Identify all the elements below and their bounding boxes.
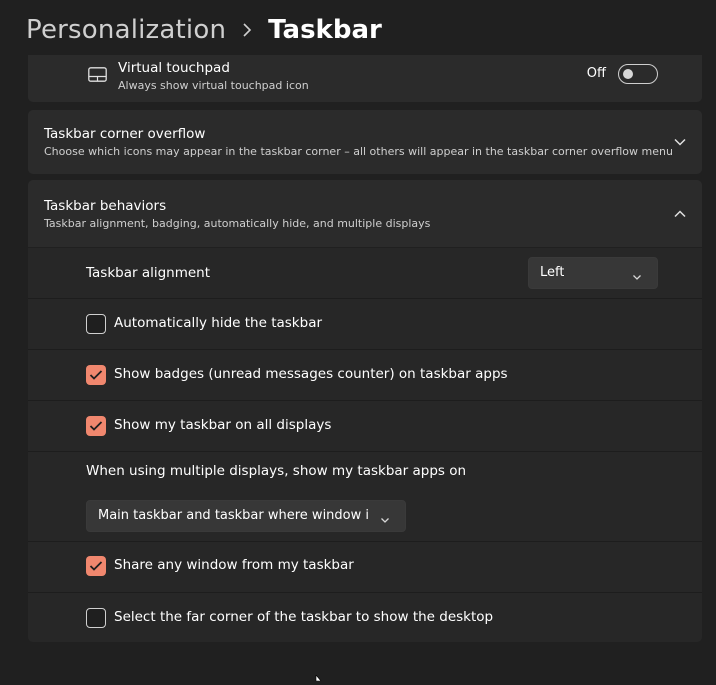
checkmark-icon	[89, 370, 103, 380]
breadcrumb-parent[interactable]: Personalization	[26, 15, 226, 45]
far-corner-label[interactable]: Select the far corner of the taskbar to …	[114, 609, 493, 625]
badges-checkbox[interactable]	[86, 365, 106, 385]
corner-overflow-subtitle: Choose which icons may appear in the tas…	[44, 145, 673, 158]
corner-overflow-title: Taskbar corner overflow	[44, 126, 206, 142]
share-window-label[interactable]: Share any window from my taskbar	[114, 557, 354, 573]
page-title: Taskbar	[268, 15, 382, 45]
taskbar-behaviors-subtitle: Taskbar alignment, badging, automaticall…	[44, 217, 431, 230]
toggle-knob	[623, 69, 633, 79]
badges-row: Show badges (unread messages counter) on…	[28, 350, 702, 401]
multi-display-label: When using multiple displays, show my ta…	[86, 463, 467, 479]
virtual-touchpad-subtitle: Always show virtual touchpad icon	[118, 79, 309, 92]
chevron-down-icon[interactable]	[672, 134, 688, 150]
virtual-touchpad-title: Virtual touchpad	[118, 60, 230, 76]
mouse-cursor-icon	[314, 666, 324, 682]
multi-display-value: Main taskbar and taskbar where window is…	[98, 508, 368, 523]
taskbar-behaviors-text: Taskbar behaviors Taskbar alignment, bad…	[44, 198, 430, 230]
share-window-checkbox[interactable]	[86, 556, 106, 576]
toggle-state-label: Off	[586, 66, 606, 81]
taskbar-alignment-row: Taskbar alignment Left	[28, 248, 702, 299]
corner-overflow-text: Taskbar corner overflow Choose which ico…	[44, 126, 673, 158]
taskbar-behaviors-body: Taskbar alignment Left Automatically hid…	[28, 248, 702, 642]
chevron-right-icon	[226, 23, 268, 37]
multi-display-row: When using multiple displays, show my ta…	[28, 452, 702, 542]
taskbar-behaviors-title: Taskbar behaviors	[44, 198, 167, 214]
far-corner-row: Select the far corner of the taskbar to …	[28, 593, 702, 642]
taskbar-alignment-value: Left	[540, 265, 565, 280]
checkmark-icon	[89, 561, 103, 571]
virtual-touchpad-card: Virtual touchpad Always show virtual tou…	[28, 55, 702, 102]
badges-label[interactable]: Show badges (unread messages counter) on…	[114, 366, 508, 382]
virtual-touchpad-toggle[interactable]	[618, 64, 658, 84]
far-corner-checkbox[interactable]	[86, 608, 106, 628]
corner-overflow-card[interactable]: Taskbar corner overflow Choose which ico…	[28, 110, 702, 174]
auto-hide-row: Automatically hide the taskbar	[28, 299, 702, 350]
taskbar-alignment-dropdown[interactable]: Left	[528, 257, 658, 289]
all-displays-label[interactable]: Show my taskbar on all displays	[114, 417, 331, 433]
auto-hide-label[interactable]: Automatically hide the taskbar	[114, 315, 322, 331]
checkmark-icon	[89, 421, 103, 431]
breadcrumb: Personalization Taskbar	[0, 0, 716, 60]
multi-display-dropdown[interactable]: Main taskbar and taskbar where window is…	[86, 500, 406, 532]
auto-hide-checkbox[interactable]	[86, 314, 106, 334]
virtual-touchpad-text: Virtual touchpad Always show virtual tou…	[118, 60, 309, 92]
all-displays-checkbox[interactable]	[86, 416, 106, 436]
all-displays-row: Show my taskbar on all displays	[28, 401, 702, 452]
chevron-up-icon[interactable]	[672, 206, 688, 222]
share-window-row: Share any window from my taskbar	[28, 542, 702, 593]
chevron-down-icon	[379, 511, 391, 523]
taskbar-alignment-label: Taskbar alignment	[86, 265, 211, 281]
touchpad-icon	[88, 67, 107, 82]
taskbar-behaviors-header[interactable]: Taskbar behaviors Taskbar alignment, bad…	[28, 180, 702, 247]
chevron-down-icon	[631, 268, 643, 280]
